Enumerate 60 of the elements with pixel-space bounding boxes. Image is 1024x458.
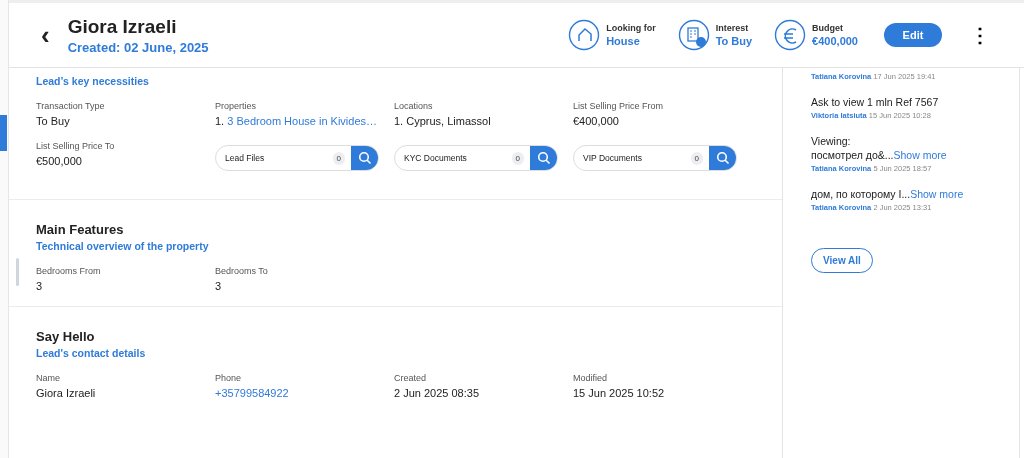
field-value: €400,000 (573, 115, 620, 127)
stat-value: To Buy (715, 35, 753, 47)
field-link[interactable]: 3 Bedroom House in Kivides… (227, 115, 378, 127)
search-icon (716, 151, 730, 165)
euro-icon (774, 19, 807, 51)
field-value: €500,000 (36, 155, 83, 167)
section-title: Main Features (36, 222, 125, 237)
house-icon (568, 19, 601, 51)
show-more-link[interactable]: Show more (893, 149, 947, 161)
section-title: Say Hello (36, 329, 96, 344)
nav-indicator (0, 115, 7, 151)
count-badge: 0 (690, 151, 703, 165)
field-label: Bedrooms From (36, 266, 102, 276)
section-subtitle: Lead's contact details (36, 347, 147, 359)
stat-label: Interest (715, 23, 750, 33)
field-link[interactable]: +35799584922 (215, 387, 289, 399)
note-text: дом, по которому I... (811, 188, 911, 200)
field-label: Created (394, 373, 428, 383)
field-label: Properties (215, 101, 258, 111)
field-label: Name (36, 373, 61, 383)
building-icon (677, 19, 710, 51)
field-label: Phone (215, 373, 243, 383)
search-icon (537, 151, 551, 165)
scrollbar-thumb[interactable] (16, 258, 19, 286)
field-label: Modified (573, 373, 609, 383)
search-button[interactable] (709, 146, 736, 170)
field-value: 3 (215, 280, 223, 292)
stat-label: Looking for (606, 23, 656, 33)
stat-value: House (606, 35, 641, 47)
field-label: List Selling Price From (573, 101, 665, 111)
field-value: 3 (36, 280, 44, 292)
note-text: Ask to view 1 mln Ref 7567 (811, 96, 939, 108)
back-button[interactable]: ‹ (37, 19, 54, 51)
field-value: To Buy (36, 115, 71, 127)
field-label: List Selling Price To (36, 141, 116, 151)
lead-name: Giora Izraeli (67, 15, 178, 38)
view-all-button[interactable]: View All (811, 248, 873, 273)
edit-button[interactable]: Edit (884, 23, 942, 47)
search-button[interactable] (530, 146, 557, 170)
field-label: Bedrooms To (215, 266, 269, 276)
list-index: 1. (215, 115, 225, 127)
stat-value: €400,000 (812, 35, 858, 47)
more-menu-button[interactable]: ⋮ (966, 23, 994, 47)
field-value: 2 Jun 2025 08:35 (394, 387, 481, 399)
show-more-link[interactable]: Show more (910, 188, 964, 200)
search-icon (358, 151, 372, 165)
count-badge: 0 (332, 151, 345, 165)
stat-label: Budget (812, 23, 845, 33)
section-subtitle: Technical overview of the property (36, 240, 210, 252)
created-date: Created: 02 June, 2025 (67, 39, 209, 55)
note-text: посмотрел до&... (811, 149, 894, 161)
count-badge: 0 (511, 151, 524, 165)
field-value: 1. Cyprus, Limassol (394, 115, 492, 127)
section-subtitle: Lead’s key necessities (36, 75, 150, 87)
search-button[interactable] (351, 146, 378, 170)
field-value: Giora Izraeli (36, 387, 97, 399)
field-label: Transaction Type (36, 101, 106, 111)
field-value: 15 Jun 2025 10:52 (573, 387, 666, 399)
note-text: Viewing: (811, 135, 851, 147)
field-label: Locations (394, 101, 434, 111)
